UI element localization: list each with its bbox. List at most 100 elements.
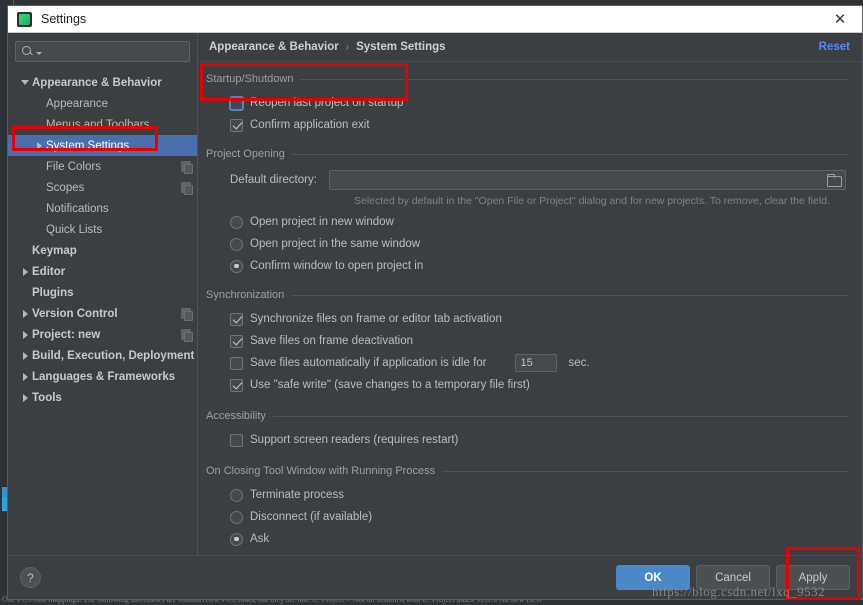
option-label: Reopen last project on startup xyxy=(250,97,404,109)
search-input[interactable] xyxy=(15,41,190,62)
option-terminate-process[interactable]: Terminate process xyxy=(230,484,848,506)
section-header: Synchronization xyxy=(206,287,848,303)
option-open-project-new-window[interactable]: Open project in new window xyxy=(230,211,848,233)
option-support-screen-readers[interactable]: Support screen readers (requires restart… xyxy=(230,429,848,451)
breadcrumb: Appearance & Behavior › System Settings … xyxy=(198,33,862,62)
sidebar-item-label: Keymap xyxy=(32,244,77,257)
sidebar-item-label: Version Control xyxy=(32,307,118,320)
section-project-opening: Project Opening Default directory: Selec… xyxy=(206,146,848,277)
auto-save-idle-input[interactable]: 15 xyxy=(514,354,557,372)
project-opening-radio-group[interactable]: Open project in new window Open project … xyxy=(206,211,848,277)
confirm-application-exit-checkbox[interactable] xyxy=(230,118,243,132)
option-auto-save-idle[interactable]: Save files automatically if application … xyxy=(230,352,848,374)
sidebar-item-system-settings[interactable]: System Settings xyxy=(8,135,197,156)
sidebar-item-keymap[interactable]: Keymap xyxy=(8,240,197,261)
option-label: Confirm window to open project in xyxy=(250,260,424,272)
auto-save-idle-unit: sec. xyxy=(568,357,590,369)
sync-on-activation-checkbox[interactable] xyxy=(230,312,243,326)
chevron-down-icon[interactable] xyxy=(18,80,32,85)
section-header: Startup/Shutdown xyxy=(206,71,848,87)
folder-icon[interactable] xyxy=(827,174,842,187)
settings-tree[interactable]: Appearance & Behavior Appearance Menus and… xyxy=(8,70,197,555)
option-label: Save files automatically if application … xyxy=(250,357,487,369)
chevron-right-icon[interactable] xyxy=(18,352,32,360)
sidebar-item-label: Appearance & Behavior xyxy=(32,76,162,89)
section-header: Accessibility xyxy=(206,408,848,424)
window-title: Settings xyxy=(41,12,87,26)
sidebar-item-tools[interactable]: Tools xyxy=(8,387,197,408)
support-screen-readers-checkbox[interactable] xyxy=(230,433,243,447)
reset-link[interactable]: Reset xyxy=(819,41,850,53)
chevron-right-icon[interactable] xyxy=(18,268,32,276)
safe-write-checkbox[interactable] xyxy=(230,378,243,392)
option-disconnect[interactable]: Disconnect (if available) xyxy=(230,506,848,528)
sidebar-item-scopes[interactable]: Scopes xyxy=(8,177,197,198)
ask-radio[interactable] xyxy=(230,532,243,546)
auto-save-idle-checkbox[interactable] xyxy=(230,356,243,370)
default-directory-row: Default directory: xyxy=(206,168,848,192)
copy-settings-icon[interactable] xyxy=(181,182,193,195)
sidebar-item-label: Scopes xyxy=(46,181,85,194)
sidebar-item-quick-lists[interactable]: Quick Lists xyxy=(8,219,197,240)
default-directory-input[interactable] xyxy=(328,170,846,190)
save-on-deactivation-checkbox[interactable] xyxy=(230,334,243,348)
breadcrumb-separator-icon: › xyxy=(345,41,350,53)
option-sync-on-activation[interactable]: Synchronize files on frame or editor tab… xyxy=(230,308,848,330)
open-project-same-window-radio[interactable] xyxy=(230,237,243,251)
option-confirm-window-open-project[interactable]: Confirm window to open project in xyxy=(230,255,848,277)
section-body: Support screen readers (requires restart… xyxy=(206,424,848,451)
section-body[interactable]: Terminate process Disconnect (if availab… xyxy=(206,479,848,550)
sidebar-item-languages-frameworks[interactable]: Languages & Frameworks xyxy=(8,366,197,387)
search-icon xyxy=(21,45,34,58)
terminate-process-radio[interactable] xyxy=(230,488,243,502)
watermark: https://blog.csdn.net/lxq_9532 xyxy=(652,584,826,599)
sidebar-item-label: Project: new xyxy=(32,328,101,341)
close-icon[interactable]: ✕ xyxy=(818,6,862,32)
reopen-last-project-checkbox[interactable] xyxy=(230,96,243,110)
sidebar-item-menus-and-toolbars[interactable]: Menus and Toolbars xyxy=(8,114,197,135)
chevron-right-icon[interactable] xyxy=(18,310,32,318)
copy-settings-icon[interactable] xyxy=(181,329,193,342)
copy-settings-icon[interactable] xyxy=(181,161,193,174)
sidebar-item-file-colors[interactable]: File Colors xyxy=(8,156,197,177)
chevron-right-icon[interactable] xyxy=(18,373,32,381)
sidebar-item-appearance[interactable]: Appearance xyxy=(8,93,197,114)
section-header: On Closing Tool Window with Running Proc… xyxy=(206,463,848,479)
option-reopen-last-project[interactable]: Reopen last project on startup xyxy=(230,92,848,114)
section-title: Accessibility xyxy=(206,410,266,422)
confirm-window-open-project-radio[interactable] xyxy=(230,259,243,273)
copy-settings-icon[interactable] xyxy=(181,308,193,321)
option-label: Terminate process xyxy=(250,489,344,501)
option-confirm-application-exit[interactable]: Confirm application exit xyxy=(230,114,848,136)
chevron-right-icon[interactable] xyxy=(18,331,32,339)
sidebar-item-editor[interactable]: Editor xyxy=(8,261,197,282)
settings-sidebar: Appearance & Behavior Appearance Menus and… xyxy=(8,33,198,555)
option-safe-write[interactable]: Use "safe write" (save changes to a temp… xyxy=(230,374,848,396)
sidebar-item-version-control[interactable]: Version Control xyxy=(8,303,197,324)
section-body: Synchronize files on frame or editor tab… xyxy=(206,303,848,396)
sidebar-item-plugins[interactable]: Plugins xyxy=(8,282,197,303)
section-title: Startup/Shutdown xyxy=(206,73,294,85)
sidebar-item-build-execution-deployment[interactable]: Build, Execution, Deployment xyxy=(8,345,197,366)
sidebar-item-label: Editor xyxy=(32,265,66,278)
section-divider xyxy=(300,78,848,80)
option-save-on-deactivation[interactable]: Save files on frame deactivation xyxy=(230,330,848,352)
option-ask[interactable]: Ask xyxy=(230,528,848,550)
breadcrumb-parent[interactable]: Appearance & Behavior xyxy=(209,41,339,53)
disconnect-radio[interactable] xyxy=(230,510,243,524)
sidebar-item-project-new[interactable]: Project: new xyxy=(8,324,197,345)
sidebar-item-appearance-behavior[interactable]: Appearance & Behavior xyxy=(8,72,197,93)
sidebar-item-label: Tools xyxy=(32,391,62,404)
section-title: Synchronization xyxy=(206,289,285,301)
option-open-project-same-window[interactable]: Open project in the same window xyxy=(230,233,848,255)
open-project-new-window-radio[interactable] xyxy=(230,215,243,229)
section-header: Project Opening xyxy=(206,146,848,162)
sidebar-item-notifications[interactable]: Notifications xyxy=(8,198,197,219)
chevron-down-icon[interactable] xyxy=(36,51,42,55)
option-label: Support screen readers (requires restart… xyxy=(250,434,459,446)
sidebar-item-label: Notifications xyxy=(46,202,109,215)
title-bar: Settings ✕ xyxy=(8,6,862,33)
chevron-right-icon[interactable] xyxy=(32,142,46,150)
help-icon[interactable]: ? xyxy=(20,567,41,588)
chevron-right-icon[interactable] xyxy=(18,394,32,402)
